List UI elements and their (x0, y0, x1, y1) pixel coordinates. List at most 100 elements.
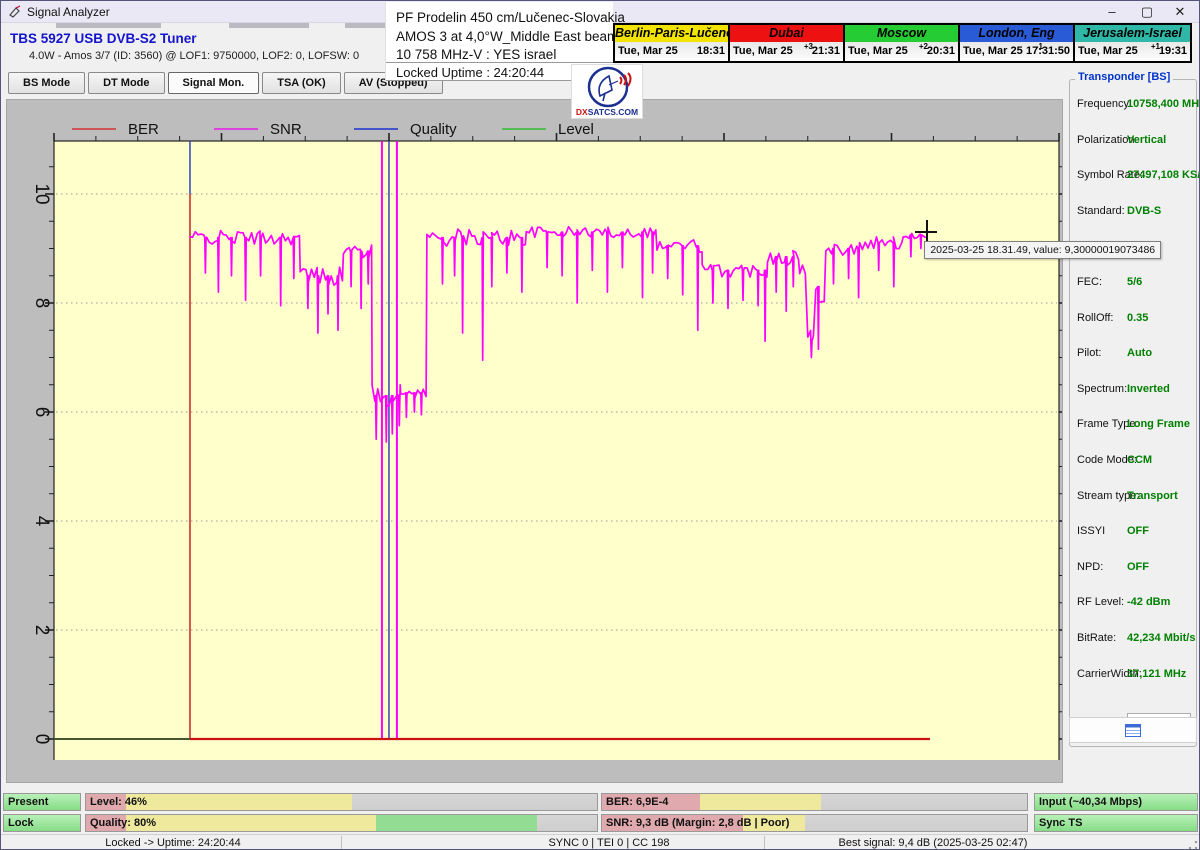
transponder-value: Long Frame (1127, 418, 1190, 430)
clock-time-row: Tue, Mar 25+119:31 (1075, 42, 1190, 61)
tab-dt-mode[interactable]: DT Mode (88, 72, 164, 94)
close-button[interactable]: ✕ (1163, 1, 1197, 23)
transponder-value: DVB-S (1127, 205, 1161, 217)
transponder-tool-button[interactable] (1069, 717, 1197, 743)
clock-time: 20:31 (927, 45, 955, 57)
clock-time: 18:31 (697, 45, 725, 57)
chart-panel: BERSNRQualityLevel 0246810 (6, 99, 1063, 783)
tab-tsa-ok-[interactable]: TSA (OK) (262, 72, 340, 94)
transponder-value: 0.35 (1127, 312, 1148, 324)
chart-tooltip: 2025-03-25 18.31.49, value: 9,3000001907… (924, 241, 1161, 259)
app-icon (8, 5, 22, 19)
clock-date: Tue, Mar 25 (848, 45, 908, 57)
clock-london-eng: London, EngTue, Mar 25-117:31:50 (960, 25, 1075, 61)
transponder-value: CCM (1127, 454, 1152, 466)
minimize-button[interactable]: – (1095, 1, 1129, 23)
meter-ber: BER: 6,9E-4 (601, 793, 1028, 811)
clock-time-row: Tue, Mar 2518:31 (615, 42, 728, 61)
meter-label: Input (~40,34 Mbps) (1039, 796, 1142, 808)
window-title: Signal Analyzer (27, 5, 110, 19)
crosshair-icon (926, 220, 928, 242)
clock-time-row: Tue, Mar 25+321:31 (730, 42, 843, 61)
meter-zone-yellow (126, 815, 376, 831)
meter-lock: Lock (3, 814, 81, 832)
clock-time-row: Tue, Mar 25+220:31 (845, 42, 958, 61)
meter-level: Level: 46% (85, 793, 598, 811)
transponder-label: RollOff: (1077, 312, 1113, 324)
svg-text:2: 2 (31, 625, 52, 636)
clock-city: Dubai (730, 25, 843, 42)
transponder-value: Transport (1127, 490, 1178, 502)
transponder-label: Standard: (1077, 205, 1125, 217)
logo-text: DXSATCS.COM (572, 107, 642, 117)
status-separator (341, 836, 342, 850)
clock-time-row: Tue, Mar 25-117:31:50 (960, 42, 1073, 61)
status-sync: SYNC 0 | TEI 0 | CC 198 (548, 837, 669, 849)
clock-berlin-paris-lu-enec: Berlin-Paris-LučenecTue, Mar 2518:31 (615, 25, 730, 61)
transponder-label: Spectrum: (1077, 383, 1127, 395)
clock-time: 17:31:50 (1026, 45, 1070, 57)
transponder-label: RF Level: (1077, 596, 1124, 608)
clock-time: 21:31 (812, 45, 840, 57)
transponder-label: FEC: (1077, 276, 1102, 288)
transponder-label: BitRate: (1077, 632, 1116, 644)
world-clocks: Berlin-Paris-LučenecTue, Mar 2518:31Duba… (613, 23, 1192, 63)
meter-label: Sync TS (1039, 817, 1082, 829)
screen-remnant (229, 23, 309, 28)
transponder-value: Vertical (1127, 134, 1166, 146)
locked-uptime: Locked Uptime : 24:20:44 (396, 65, 544, 80)
dxsatcs-logo: DXSATCS.COM (571, 64, 643, 119)
transponder-label: ISSYI (1077, 525, 1105, 537)
statusbar: Locked -> Uptime: 24:20:44 SYNC 0 | TEI … (1, 834, 1200, 850)
transponder-value: 5/6 (1127, 276, 1142, 288)
mode-tabs: BS ModeDT ModeSignal Mon.TSA (OK)AV (Sto… (8, 72, 443, 95)
meter-snr: SNR: 9,3 dB (Margin: 2,8 dB | Poor) (601, 814, 1028, 832)
meter-present: Present (3, 793, 81, 811)
meter-zone-green (376, 815, 536, 831)
meter-label: SNR: 9,3 dB (Margin: 2,8 dB | Poor) (606, 817, 789, 829)
transponder-panel: Transponder [BS] Frequency:10758,400 MHz… (1069, 71, 1198, 749)
satellite-dish-icon (572, 65, 644, 109)
meter-label: Present (8, 796, 48, 808)
svg-text:6: 6 (31, 407, 52, 418)
status-separator (764, 836, 765, 850)
clock-city: London, Eng (960, 25, 1073, 42)
meter-label: BER: 6,9E-4 (606, 796, 668, 808)
transponder-value: OFF (1127, 525, 1149, 537)
transponder-title: Transponder [BS] (1075, 71, 1173, 83)
svg-text:4: 4 (31, 516, 52, 527)
clock-city: Berlin-Paris-Lučenec (615, 25, 728, 42)
screen-remnant (56, 23, 161, 28)
clock-jerusalem-israel: Jerusalem-IsraelTue, Mar 25+119:31 (1075, 25, 1190, 61)
transponder-value: -42 dBm (1127, 596, 1170, 608)
maximize-button[interactable]: ▢ (1130, 1, 1164, 23)
transponder-value: Inverted (1127, 383, 1170, 395)
clock-dubai: DubaiTue, Mar 25+321:31 (730, 25, 845, 61)
status-best-signal: Best signal: 9,4 dB (2025-03-25 02:47) (839, 837, 1028, 849)
tuner-details: 4.0W - Amos 3/7 (ID: 3560) @ LOF1: 97500… (29, 50, 359, 62)
transponder-value: Auto (1127, 347, 1152, 359)
meter-label: Lock (8, 817, 34, 829)
tab-bs-mode[interactable]: BS Mode (8, 72, 85, 94)
clock-moscow: MoscowTue, Mar 25+220:31 (845, 25, 960, 61)
svg-text:8: 8 (31, 298, 52, 309)
meter-label: Level: 46% (90, 796, 147, 808)
signal-chart[interactable]: 0 2 4 6 8 10 (7, 100, 1062, 760)
svg-text:0: 0 (31, 734, 52, 745)
transponder-value: 10758,400 MHz (1127, 98, 1200, 110)
tuner-name: TBS 5927 USB DVB-S2 Tuner (10, 31, 197, 46)
feed-line-3: 10 758 MHz-V : YES israel (396, 47, 556, 62)
feed-line-1: PF Prodelin 450 cm/Lučenec-Slovakia (396, 10, 625, 25)
tab-signal-mon-[interactable]: Signal Mon. (168, 72, 260, 94)
status-uptime: Locked -> Uptime: 24:20:44 (105, 837, 240, 849)
meter-zone-yellow (126, 794, 352, 810)
transponder-value: 42,234 Mbit/s (1127, 632, 1195, 644)
meter-quality: Quality: 80% (85, 814, 598, 832)
signal-analyzer-window: Signal Analyzer – ▢ ✕ TBS 5927 USB DVB-S… (0, 0, 1200, 850)
transponder-label: NPD: (1077, 561, 1103, 573)
resize-grip[interactable] (1187, 839, 1199, 850)
svg-text:10: 10 (31, 183, 52, 204)
meter-label: Quality: 80% (90, 817, 156, 829)
transponder-value: OFF (1127, 561, 1149, 573)
meter-zone-yellow (700, 794, 822, 810)
